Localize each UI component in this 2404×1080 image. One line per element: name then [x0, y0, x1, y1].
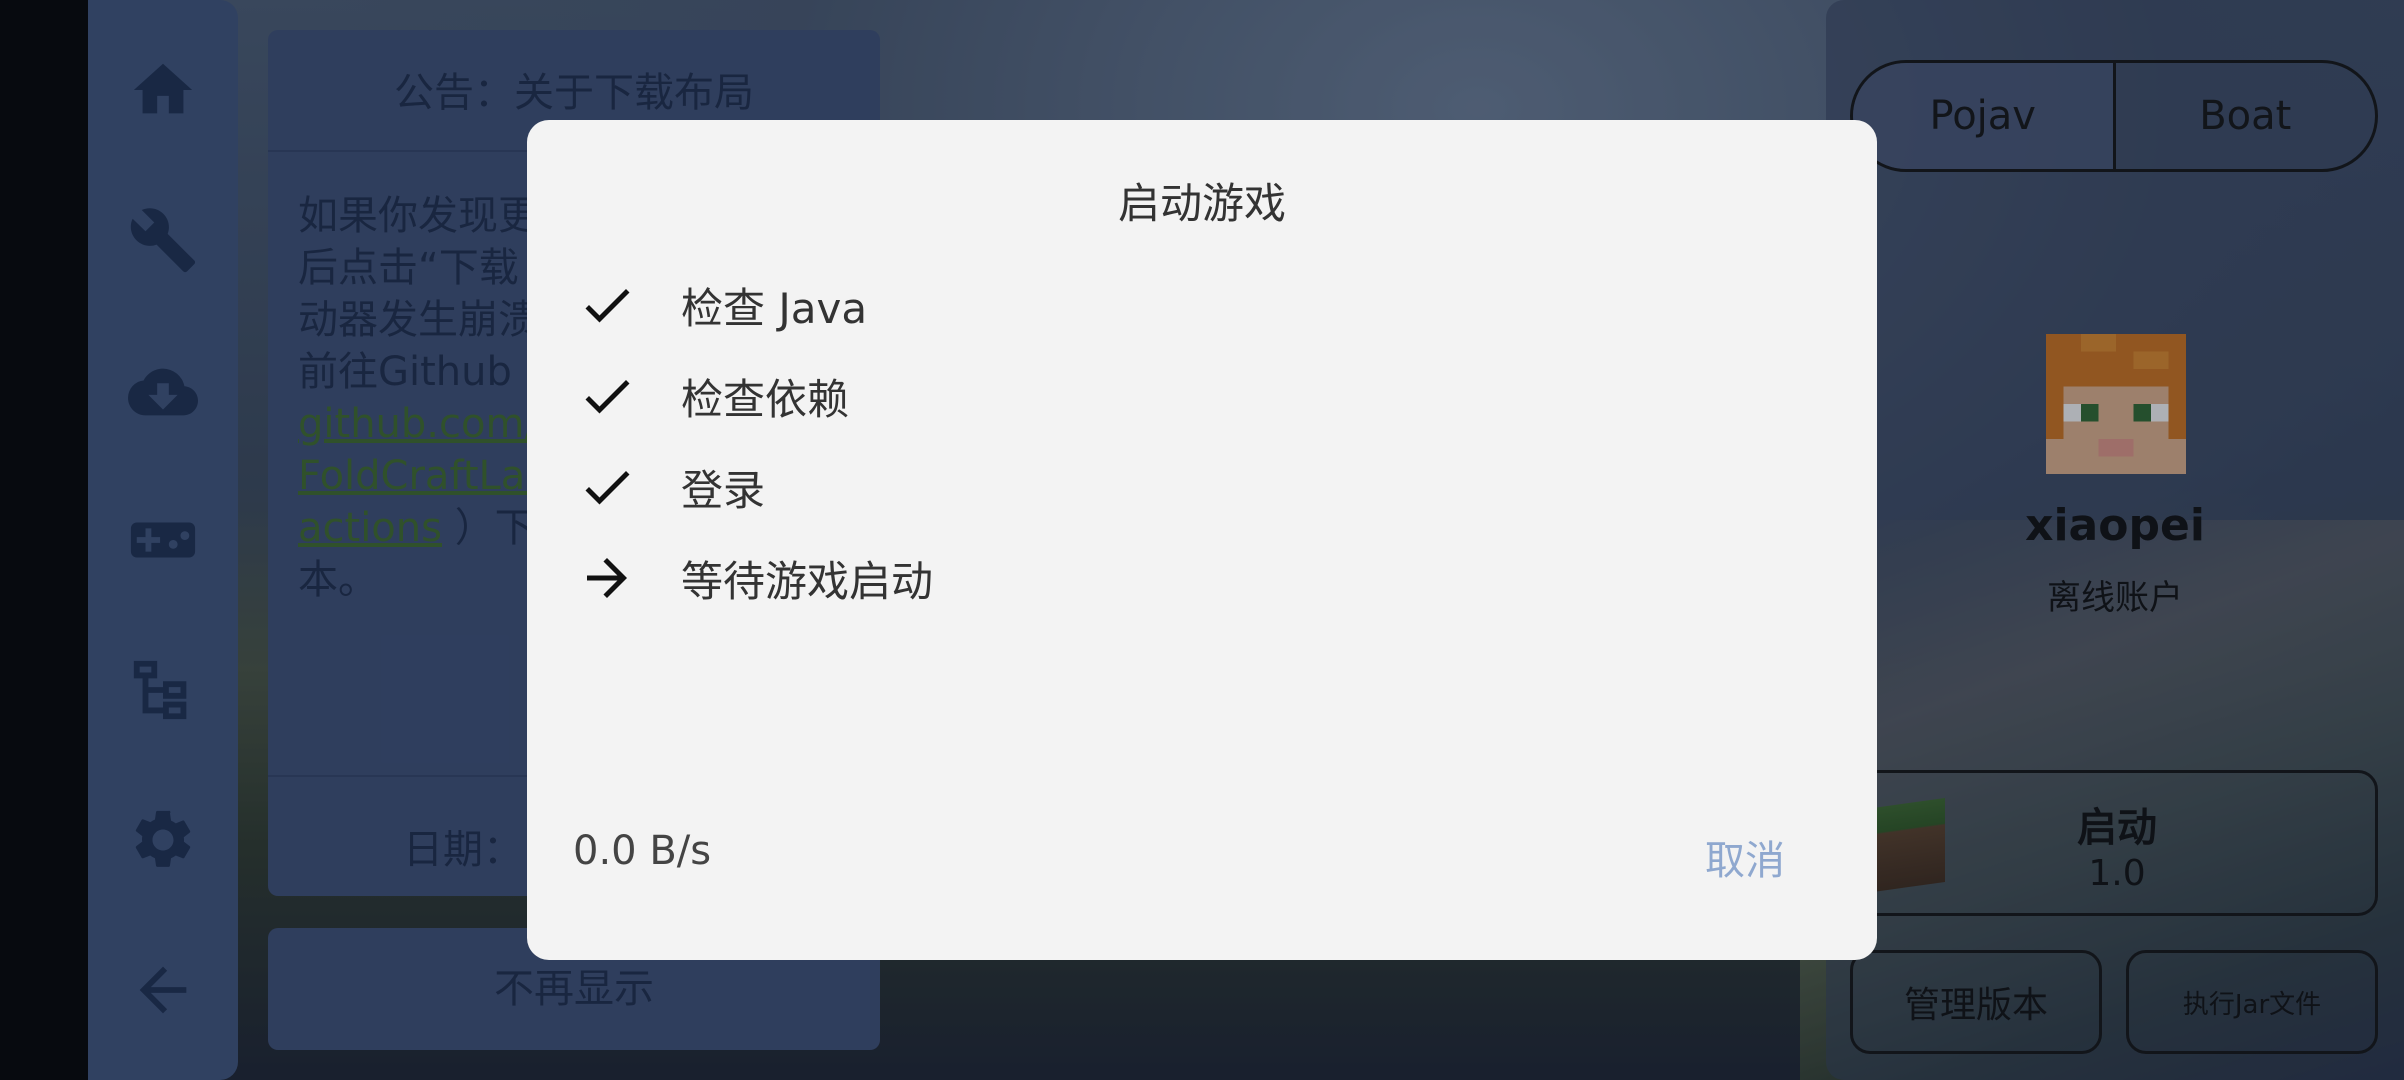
step-label: 登录: [681, 465, 766, 515]
launch-game-dialog: 启动游戏 检查 Java 检查依赖 登录 等待游戏启动 0.0 B/s 取消: [527, 120, 1877, 960]
step-check-dependencies: 检查依赖: [577, 361, 849, 431]
cancel-button[interactable]: 取消: [1705, 828, 1785, 886]
step-login: 登录: [577, 452, 765, 522]
download-speed: 0.0 B/s: [573, 828, 712, 874]
check-icon: [577, 366, 637, 426]
step-wait-game-start: 等待游戏启动: [577, 543, 933, 613]
arrow-right-icon: [577, 548, 637, 608]
step-check-java: 检查 Java: [577, 270, 867, 340]
step-label: 检查依赖: [681, 374, 850, 424]
step-label: 等待游戏启动: [681, 556, 934, 606]
dialog-title: 启动游戏: [1117, 179, 1286, 228]
step-label: 检查 Java: [681, 283, 868, 333]
check-icon: [577, 275, 637, 335]
check-icon: [577, 457, 637, 517]
